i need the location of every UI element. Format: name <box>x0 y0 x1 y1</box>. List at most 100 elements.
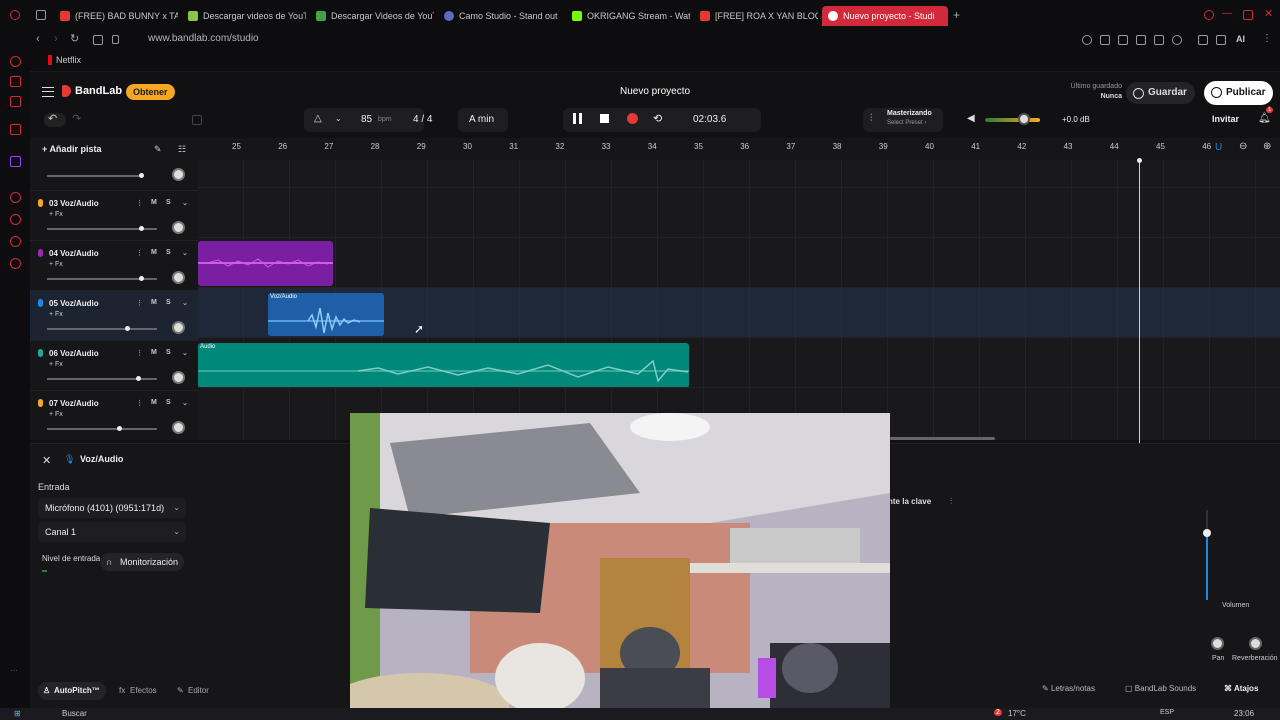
horizontal-scrollbar[interactable] <box>890 437 995 440</box>
url-field[interactable]: www.bandlab.com/studio <box>148 33 259 44</box>
record-button[interactable] <box>627 113 638 124</box>
playhead[interactable] <box>1139 158 1140 443</box>
loop-icon[interactable]: ⟲ <box>653 112 662 125</box>
search-tabs-icon[interactable] <box>1204 10 1214 20</box>
lane-06[interactable]: Audio <box>198 337 1280 388</box>
panel-toggle-icon[interactable] <box>192 115 202 125</box>
windows-start-icon[interactable]: ⊞ <box>14 709 21 718</box>
lane-05[interactable]: Voz/Audio <box>198 287 1280 337</box>
track-name[interactable]: 04 Voz/Audio <box>49 249 99 258</box>
pin-icon[interactable] <box>1100 35 1110 45</box>
track-header[interactable]: 04 Voz/Audio + Fx ⋮ M S ⌄ <box>30 240 198 290</box>
close-panel-icon[interactable]: ✕ <box>42 454 51 467</box>
save-button[interactable]: Guardar <box>1126 82 1195 104</box>
camera-icon[interactable] <box>1118 35 1128 45</box>
tab-descargar-1[interactable]: Descargar videos de YouT <box>182 6 306 26</box>
lane-03[interactable] <box>198 187 1280 237</box>
mute-button[interactable]: M <box>151 299 157 306</box>
solo-button[interactable]: S <box>166 299 171 306</box>
tab-editor[interactable]: ✎ Editor <box>172 682 215 700</box>
opera-logo-icon[interactable] <box>10 10 20 20</box>
tracks-settings-icon[interactable]: ☷ <box>178 144 186 155</box>
slider-thumb[interactable] <box>139 173 144 178</box>
add-track-button[interactable]: + Añadir pista <box>42 144 101 154</box>
add-fx-button[interactable]: + Fx <box>49 361 63 368</box>
maximize-icon[interactable] <box>1243 10 1253 20</box>
track-header[interactable]: 07 Voz/Audio + Fx ⋮ M S ⌄ <box>30 390 198 440</box>
bpm-value[interactable]: 85 <box>361 114 372 125</box>
pan-knob[interactable] <box>172 271 185 284</box>
metronome-icon[interactable]: △ <box>314 113 322 124</box>
pan-knob[interactable] <box>172 168 185 181</box>
audio-clip[interactable]: Voz/Audio <box>268 293 384 336</box>
master-volume-knob[interactable] <box>1018 113 1030 125</box>
heart-icon[interactable] <box>1172 35 1182 45</box>
tab-bad-bunny[interactable]: (FREE) BAD BUNNY x TAIN <box>54 6 178 26</box>
profile-icon[interactable] <box>1198 35 1208 45</box>
pan-knob[interactable] <box>172 421 185 434</box>
mute-button[interactable]: M <box>151 399 157 406</box>
audio-clip[interactable]: Audio <box>198 343 689 388</box>
slider-thumb[interactable] <box>138 276 144 281</box>
twitch-icon[interactable] <box>10 156 21 167</box>
track-menu-icon[interactable]: ⋮ <box>136 399 143 407</box>
pan-knob[interactable] <box>1211 637 1224 650</box>
shortcuts-button[interactable]: ⌘ Atajos <box>1224 684 1258 693</box>
chevron-down-icon[interactable]: ⌄ <box>182 399 188 407</box>
play-icon[interactable] <box>1154 35 1164 45</box>
messenger-icon[interactable] <box>10 76 21 87</box>
slider-thumb[interactable] <box>138 226 144 231</box>
track-menu-icon[interactable]: ⋮ <box>136 249 143 257</box>
whatsapp-icon[interactable] <box>10 96 21 107</box>
clock-icon[interactable] <box>10 236 21 247</box>
shield-icon[interactable] <box>1136 35 1146 45</box>
chevron-down-icon[interactable]: ⌄ <box>182 199 188 207</box>
invite-button[interactable]: Invitar <box>1212 114 1239 124</box>
slider-thumb[interactable] <box>116 426 122 431</box>
input-device-select[interactable]: Micrófono (4101) (0951:171d) ⌄ <box>38 498 186 518</box>
chevron-down-icon[interactable]: ⌄ <box>182 349 188 357</box>
chevron-down-icon[interactable]: ⌄ <box>335 114 342 123</box>
taskbar-clock[interactable]: 23:06 <box>1234 709 1254 718</box>
track-volume-slider[interactable] <box>47 173 144 178</box>
menu-icon[interactable]: ⋮ <box>1262 33 1272 44</box>
monitoring-button[interactable]: ∩ Monitorización <box>100 553 185 571</box>
add-fx-button[interactable]: + Fx <box>49 261 63 268</box>
bell-icon[interactable]: 🔔︎ <box>1258 113 1271 124</box>
audio-clip[interactable] <box>198 241 333 286</box>
tab-descargar-2[interactable]: Descargar Videos de YouT <box>310 6 434 26</box>
forward-icon[interactable]: › <box>54 33 58 45</box>
hamburger-menu-icon[interactable] <box>42 87 54 97</box>
magnet-icon[interactable]: U <box>1215 142 1222 153</box>
pan-knob[interactable] <box>172 371 185 384</box>
lane-04[interactable] <box>198 237 1280 287</box>
bookmark-netflix[interactable]: Netflix <box>48 55 81 65</box>
track-menu-icon[interactable]: ⋮ <box>136 199 143 207</box>
track-header[interactable]: 03 Voz/Audio + Fx ⋮ M S ⌄ <box>30 190 198 240</box>
ai-button[interactable]: AI <box>1236 34 1245 44</box>
track-volume-slider[interactable] <box>47 226 157 231</box>
redo-icon[interactable]: ↷ <box>72 112 81 125</box>
mute-button[interactable]: M <box>151 349 157 356</box>
tab-autopitch[interactable]: ♙ AutoPitch™ <box>38 682 106 700</box>
speaker-icon[interactable]: ◀ <box>967 113 975 124</box>
slider-thumb[interactable] <box>136 376 142 381</box>
music-icon[interactable] <box>10 192 21 203</box>
track-volume-slider[interactable] <box>47 376 157 381</box>
track-header[interactable]: 06 Voz/Audio + Fx ⋮ M S ⌄ <box>30 340 198 390</box>
sounds-button[interactable]: ▢ BandLab Sounds <box>1125 684 1196 693</box>
tab-efectos[interactable]: fx Efectos <box>114 682 163 700</box>
add-fx-button[interactable]: + Fx <box>49 211 63 218</box>
track-header[interactable]: 05 Voz/Audio + Fx ⋮ M S ⌄ <box>30 290 198 340</box>
track-menu-icon[interactable]: ⋮ <box>136 349 143 357</box>
settings-sliders-icon[interactable]: ⫶ <box>950 496 952 507</box>
track-volume-slider[interactable] <box>47 326 157 331</box>
mute-button[interactable]: M <box>151 199 157 206</box>
timeline-lanes[interactable]: Voz/Audio Audio <box>198 160 1280 440</box>
slider-thumb[interactable] <box>125 326 131 331</box>
pan-knob[interactable] <box>172 221 185 234</box>
project-title[interactable]: Nuevo proyecto <box>620 86 690 97</box>
track-name[interactable]: 05 Voz/Audio <box>49 299 99 308</box>
close-window-icon[interactable]: ✕ <box>1264 7 1273 20</box>
track-menu-icon[interactable]: ⋮ <box>136 299 143 307</box>
